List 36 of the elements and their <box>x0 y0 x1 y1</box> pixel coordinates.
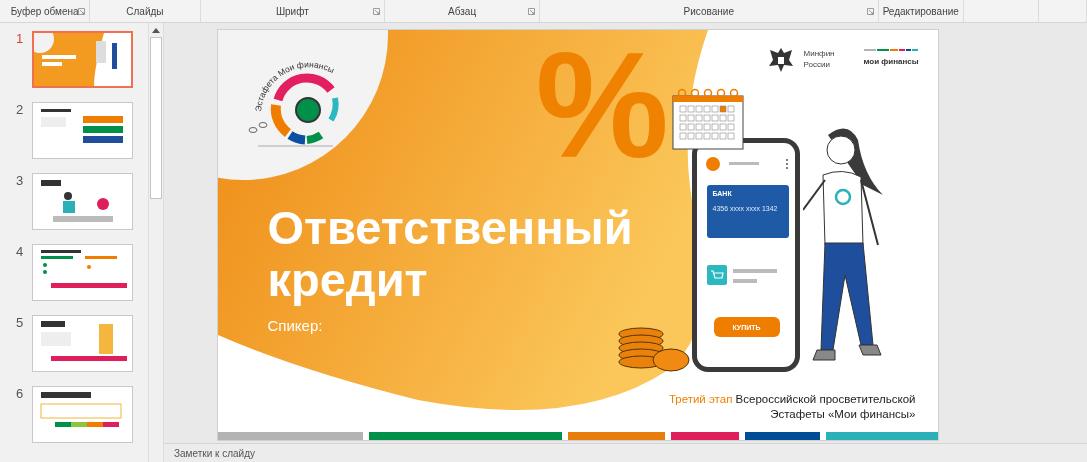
dialog-launcher-icon[interactable] <box>528 8 536 15</box>
footer-caption: Третий этап Всероссийской просветительской Эстафеты «Мои финансы» <box>667 392 916 422</box>
slide-thumbnail[interactable] <box>32 386 133 443</box>
ribbon-group-label: Слайды <box>126 5 164 17</box>
slide-number: 3 <box>16 173 25 188</box>
ribbon-group-label: Абзац <box>448 5 477 17</box>
ribbon-group-label: Буфер обмена <box>10 5 79 17</box>
scroll-thumb[interactable] <box>150 37 162 199</box>
brand-name: мои финансы <box>863 57 919 66</box>
dialog-launcher-icon[interactable] <box>373 8 381 15</box>
slide-thumbnail[interactable] <box>32 102 133 159</box>
cart-icon <box>706 265 727 285</box>
slide-title: Ответственный кредит <box>267 202 634 306</box>
speaker-label: Спикер: <box>267 317 323 334</box>
brand-stripe-icon <box>863 49 918 51</box>
dialog-launcher-icon[interactable] <box>866 8 874 15</box>
ribbon-group-label: Рисование <box>683 5 734 17</box>
notes-field[interactable]: Заметки к слайду <box>164 443 1087 462</box>
scrollbar[interactable] <box>148 23 164 462</box>
slide-thumbnail[interactable] <box>32 315 133 372</box>
percent-sign: % <box>535 30 669 180</box>
ministry-name: Минфин России <box>803 48 835 70</box>
slide-thumbnail[interactable] <box>32 173 133 230</box>
ribbon-group-label: Шрифт <box>275 5 309 17</box>
slide-number: 4 <box>16 244 25 259</box>
emblem-icon <box>767 46 794 73</box>
ribbon-group-label: Редактирование <box>882 5 959 17</box>
slide-number: 5 <box>16 315 25 330</box>
slide-number: 6 <box>16 386 25 401</box>
slide-number: 2 <box>16 102 25 117</box>
slide-number: 1 <box>16 31 25 46</box>
scroll-up-icon[interactable] <box>152 27 160 33</box>
slide-thumbnail[interactable] <box>32 31 133 88</box>
text-lines-drawing <box>732 269 777 285</box>
slide-thumbnail[interactable] <box>32 244 133 301</box>
dialog-launcher-icon[interactable] <box>78 8 86 15</box>
